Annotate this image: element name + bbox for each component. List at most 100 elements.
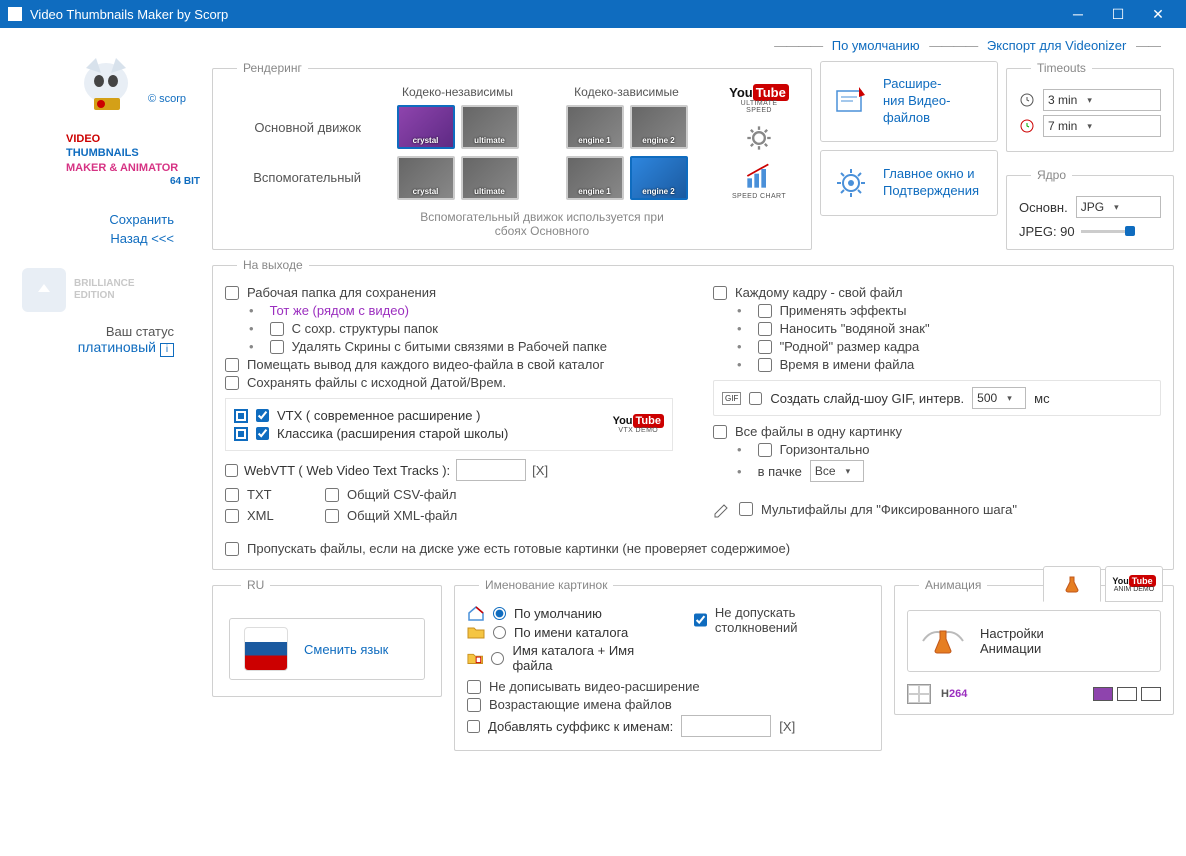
h264-label: H264	[941, 688, 967, 700]
color-swatches[interactable]	[1093, 687, 1161, 701]
maximize-button[interactable]: ☐	[1098, 0, 1138, 28]
titlebar: Video Thumbnails Maker by Scorp ─ ☐ ✕	[0, 0, 1186, 28]
engine-1-aux[interactable]: engine 1	[566, 156, 624, 200]
pencil-icon[interactable]	[713, 500, 731, 518]
keep-date-checkbox[interactable]: Сохранять файлы с исходной Датой/Врем.	[225, 375, 673, 390]
square-icon	[234, 409, 248, 423]
brilliance-icon	[22, 268, 66, 312]
animation-group: Анимация YouTubeANIM DEMO Настройки Аним…	[894, 578, 1174, 715]
wings-flask-icon	[918, 621, 968, 661]
naming-folder-file-radio[interactable]	[491, 652, 504, 665]
engine-2-main[interactable]: engine 2	[630, 105, 688, 149]
gif-checkbox[interactable]	[749, 392, 762, 405]
suffix-clear-button[interactable]: [X]	[779, 719, 795, 734]
workdir-checkbox[interactable]: Рабочая папка для сохранения	[225, 285, 673, 300]
bunch-select[interactable]: Все▾	[810, 460, 864, 482]
product-name: VIDEO THUMBNAILS MAKER & ANIMATOR 64 BIT	[12, 132, 200, 188]
gear-icon	[833, 165, 869, 201]
title-text: Video Thumbnails Maker by Scorp	[30, 7, 228, 22]
gif-interval-select[interactable]: 500▾	[972, 387, 1026, 409]
status-label: Ваш статус	[12, 324, 200, 339]
output-group: На выходе Рабочая папка для сохранения Т…	[212, 258, 1174, 570]
clock-icon	[1019, 92, 1035, 108]
brilliance-edition[interactable]: BRILLIANCE EDITION	[22, 268, 200, 312]
xml-checkbox[interactable]: XML	[225, 508, 305, 523]
gif-icon: GIF	[722, 392, 741, 405]
naming-folder-radio[interactable]	[493, 626, 506, 639]
no-video-ext-checkbox[interactable]: Не дописывать видео-расширение	[467, 679, 869, 694]
webvtt-checkbox[interactable]: WebVTT ( Web Video Text Tracks ):[X]	[225, 459, 673, 481]
suffix-input[interactable]	[681, 715, 771, 737]
classic-checkbox[interactable]: Классика (расширения старой школы)	[234, 426, 599, 441]
engine-ultimate-main[interactable]: ultimate	[461, 105, 519, 149]
watermark-checkbox[interactable]: Наносить "водяной знак"	[713, 321, 1161, 336]
export-videonizer-link[interactable]: Экспорт для Videonizer	[987, 38, 1126, 53]
sidebar: © scorp VIDEO THUMBNAILS MAKER & ANIMATO…	[6, 34, 206, 844]
close-button[interactable]: ✕	[1138, 0, 1178, 28]
save-link[interactable]: Сохранить	[12, 212, 200, 227]
delete-broken-checkbox[interactable]: Удалять Скрины с битыми связями в Рабоче…	[225, 339, 673, 354]
core-format-select[interactable]: JPG▾	[1076, 196, 1161, 218]
each-frame-checkbox[interactable]: Каждому кадру - свой файл	[713, 285, 1161, 300]
gear-icon[interactable]	[745, 124, 773, 152]
webvtt-clear-button[interactable]: [X]	[532, 463, 548, 478]
main-window-confirm-button[interactable]: Главное окно и Подтверждения	[820, 150, 998, 216]
youtube-speed-icon[interactable]: YouTube ULTIMATE SPEED	[729, 85, 789, 114]
engine-crystal-main[interactable]: crystal	[397, 105, 455, 149]
defaults-link[interactable]: По умолчанию	[832, 38, 920, 53]
app-icon	[8, 7, 22, 21]
multifiles-checkbox[interactable]	[739, 502, 753, 516]
naming-default-radio[interactable]	[493, 607, 506, 620]
txt-checkbox[interactable]: TXT	[225, 487, 305, 502]
engine-ultimate-aux[interactable]: ultimate	[461, 156, 519, 200]
engine-1-main[interactable]: engine 1	[566, 105, 624, 149]
info-icon[interactable]: i	[160, 343, 174, 357]
xml-common-checkbox[interactable]: Общий XML-файл	[325, 508, 457, 523]
webvtt-input[interactable]	[456, 459, 526, 481]
naming-group: Именование картинок По умолчанию По имен…	[454, 578, 882, 751]
video-extensions-button[interactable]: Расшире- ния Видео- файлов	[820, 61, 998, 142]
all-in-one-checkbox[interactable]: Все файлы в одну картинку	[713, 424, 1161, 439]
csv-checkbox[interactable]: Общий CSV-файл	[325, 487, 457, 502]
timeouts-group: Timeouts 3 min▾ 7 min▾	[1006, 61, 1174, 152]
skip-existing-checkbox[interactable]: Пропускать файлы, если на диске уже есть…	[225, 541, 1161, 556]
back-link[interactable]: Назад <<<	[12, 231, 200, 246]
change-language-button[interactable]: Сменить язык	[229, 618, 425, 680]
output-per-file-checkbox[interactable]: Помещать вывод для каждого видео-файла в…	[225, 357, 673, 372]
russia-flag-icon	[244, 627, 288, 671]
keep-structure-checkbox[interactable]: С сохр. структуры папок	[225, 321, 673, 336]
suffix-checkbox[interactable]	[467, 720, 480, 733]
language-group: RU Сменить язык	[212, 578, 442, 697]
folder-file-icon	[467, 650, 483, 666]
anim-tab-youtube[interactable]: YouTubeANIM DEMO	[1105, 566, 1163, 602]
increment-names-checkbox[interactable]: Возрастающие имена файлов	[467, 697, 869, 712]
codec-indep-header: Кодеко-независимы	[381, 85, 534, 99]
anim-tab-flask[interactable]	[1043, 566, 1101, 602]
vtx-checkbox[interactable]: VTX ( современное расширение )	[234, 408, 599, 423]
timeout-1-select[interactable]: 3 min▾	[1043, 89, 1161, 111]
extensions-icon	[833, 83, 869, 119]
layout-grid-icon[interactable]	[907, 684, 931, 704]
animation-settings-button[interactable]: Настройки Анимации	[907, 610, 1161, 672]
no-collisions-checkbox[interactable]: Не допускать столкновений	[694, 605, 869, 635]
scorp-copyright: © scorp	[148, 93, 186, 105]
home-icon	[467, 605, 485, 621]
status-value: платиновыйi	[12, 339, 200, 357]
minimize-button[interactable]: ─	[1058, 0, 1098, 28]
rendering-group: Рендеринг Кодеко-независимы Кодеко-завис…	[212, 61, 812, 250]
codec-dep-header: Кодеко-зависимые	[550, 85, 703, 99]
vtx-demo-icon[interactable]: YouTube VTX DEMO	[613, 415, 664, 434]
square-icon	[234, 427, 248, 441]
time-in-name-checkbox[interactable]: Время в имени файла	[713, 357, 1161, 372]
top-links: ———— По умолчанию ———— Экспорт для Video…	[212, 34, 1174, 61]
same-folder-link[interactable]: Тот же (рядом с видео)	[225, 303, 673, 318]
engine-crystal-aux[interactable]: crystal	[397, 156, 455, 200]
engine-2-aux[interactable]: engine 2	[630, 156, 688, 200]
apply-effects-checkbox[interactable]: Применять эффекты	[713, 303, 1161, 318]
speed-chart-icon[interactable]: SPEED CHART	[732, 162, 786, 200]
horizontal-checkbox[interactable]: Горизонтально	[713, 442, 1161, 457]
jpeg-quality-slider[interactable]: JPEG: 90	[1019, 224, 1161, 239]
native-size-checkbox[interactable]: "Родной" размер кадра	[713, 339, 1161, 354]
core-group: Ядро Основн. JPG▾ JPEG: 90	[1006, 168, 1174, 250]
timeout-2-select[interactable]: 7 min▾	[1043, 115, 1161, 137]
